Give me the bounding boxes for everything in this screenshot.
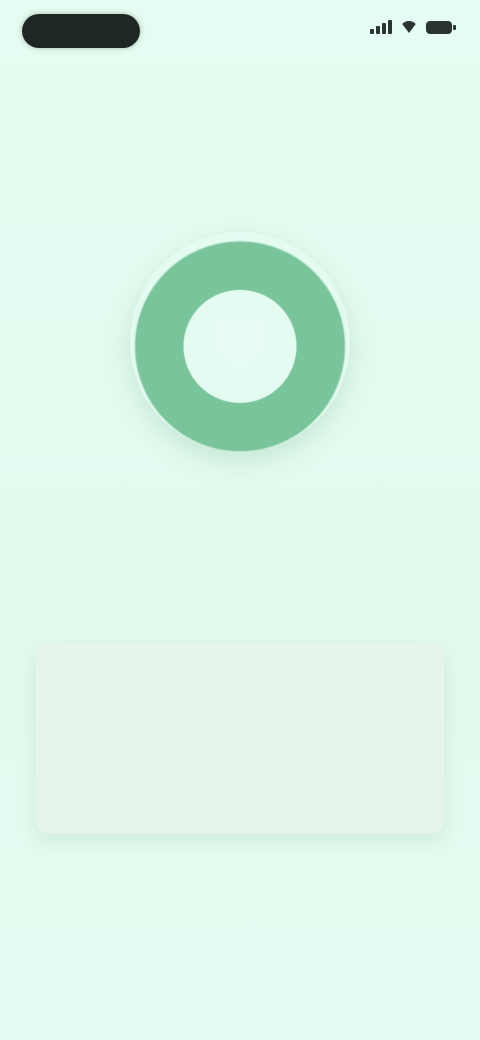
screen	[0, 0, 480, 1040]
status-bar	[0, 0, 480, 64]
heart-icon	[198, 300, 282, 384]
ring-graphic	[130, 232, 350, 452]
status-icons	[370, 20, 456, 34]
ring-center	[195, 297, 285, 387]
battery-icon	[426, 20, 456, 34]
signal-icon	[370, 20, 392, 34]
info-card[interactable]	[36, 644, 444, 834]
progress-ring[interactable]	[130, 232, 350, 452]
wifi-icon	[400, 21, 418, 33]
status-pill	[22, 14, 140, 48]
